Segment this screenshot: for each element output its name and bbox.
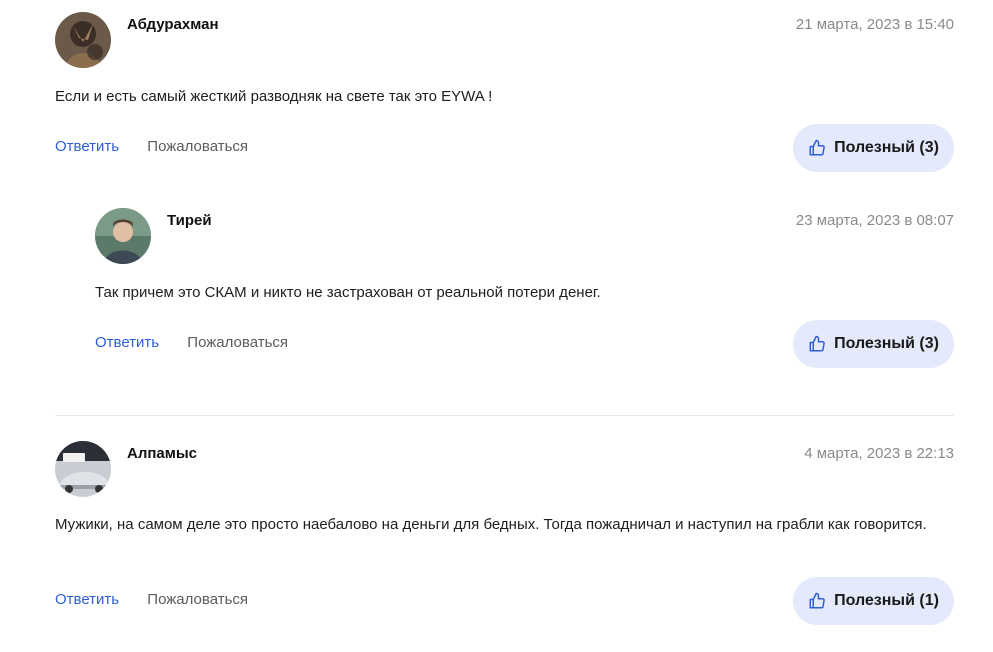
comment-text: Мужики, на самом деле это просто наебало…	[55, 516, 927, 533]
useful-label: Полезный (3)	[834, 335, 939, 352]
comment-text: Так причем это СКАМ и никто не застрахов…	[95, 284, 601, 301]
comment-actions: Ответить Пожаловаться	[55, 591, 248, 608]
comment-text: Если и есть самый жесткий разводняк на с…	[55, 88, 493, 105]
thumbs-up-icon	[808, 139, 826, 157]
reply-link[interactable]: Ответить	[55, 591, 119, 608]
report-link[interactable]: Пожаловаться	[187, 334, 288, 351]
useful-button[interactable]: Полезный (3)	[793, 124, 954, 172]
comment-date: 23 марта, 2023 в 08:07	[795, 212, 954, 229]
report-link[interactable]: Пожаловаться	[147, 138, 248, 155]
report-link[interactable]: Пожаловаться	[147, 591, 248, 608]
comment-date: 4 марта, 2023 в 22:13	[804, 445, 954, 462]
author-name: Алпамыс	[127, 445, 198, 462]
comment-1: Абдурахман 21 марта, 2023 в 15:40 Если и…	[55, 12, 954, 177]
comment-3: Алпамыс 4 марта, 2023 в 22:13 Мужики, на…	[55, 441, 954, 631]
comment-actions: Ответить Пожаловаться	[55, 138, 248, 155]
avatar[interactable]	[55, 12, 111, 68]
comment-actions: Ответить Пожаловаться	[95, 334, 288, 351]
avatar[interactable]	[55, 441, 111, 497]
useful-label: Полезный (1)	[834, 592, 939, 609]
reply-link[interactable]: Ответить	[55, 138, 119, 155]
useful-button[interactable]: Полезный (3)	[793, 320, 954, 368]
author-name: Абдурахман	[127, 16, 219, 33]
comment-2-reply: Тирей 23 марта, 2023 в 08:07 Так причем …	[95, 208, 954, 373]
thumbs-up-icon	[808, 592, 826, 610]
thumbs-up-icon	[808, 335, 826, 353]
author-name: Тирей	[167, 212, 212, 229]
avatar[interactable]	[95, 208, 151, 264]
comment-divider	[55, 415, 954, 416]
reply-link[interactable]: Ответить	[95, 334, 159, 351]
comment-date: 21 марта, 2023 в 15:40	[795, 16, 954, 33]
useful-label: Полезный (3)	[834, 139, 939, 156]
useful-button[interactable]: Полезный (1)	[793, 577, 954, 625]
